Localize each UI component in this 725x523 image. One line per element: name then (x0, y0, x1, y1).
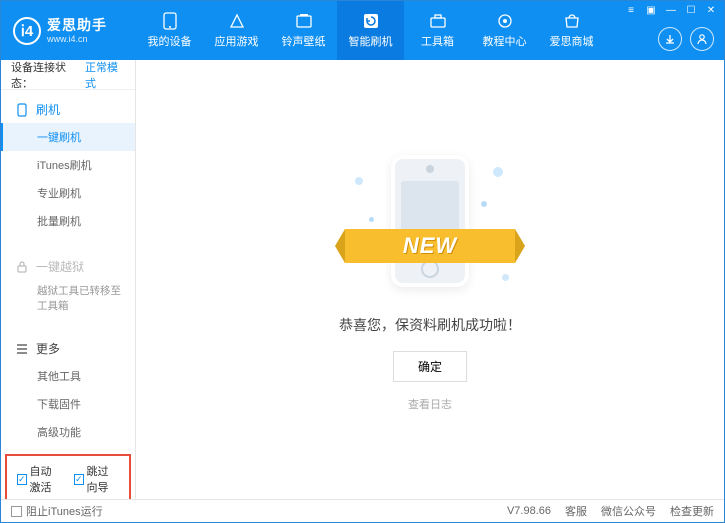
sidebar-item-oneclick-flash[interactable]: 一键刷机 (1, 123, 135, 151)
tab-label: 爱思商城 (550, 33, 594, 49)
sidebar-item-pro-flash[interactable]: 专业刷机 (1, 179, 135, 207)
main-content: NEW 恭喜您，保资料刷机成功啦！ 确定 查看日志 (136, 60, 724, 499)
phone-icon (160, 12, 180, 30)
checkbox-icon (11, 506, 22, 517)
tab-ringtone-wallpaper[interactable]: 铃声壁纸 (270, 1, 337, 60)
refresh-icon (361, 12, 381, 30)
footer: 阻止iTunes运行 V7.98.66 客服 微信公众号 检查更新 (1, 499, 724, 522)
wallet-icon (294, 12, 314, 30)
new-banner: NEW (345, 229, 515, 263)
app-url: www.i4.cn (47, 34, 107, 45)
tab-tutorial[interactable]: 教程中心 (471, 1, 538, 60)
tab-smart-flash[interactable]: 智能刷机 (337, 1, 404, 60)
sidebar-item-other-tools[interactable]: 其他工具 (1, 362, 135, 390)
tab-label: 铃声壁纸 (282, 33, 326, 49)
sidebar-item-advanced[interactable]: 高级功能 (1, 418, 135, 446)
sidebar: 设备连接状态： 正常模式 刷机 一键刷机 iTunes刷机 专业刷机 批量刷机 … (1, 60, 136, 499)
header-right-buttons (658, 27, 714, 51)
sidebar-item-download-firmware[interactable]: 下载固件 (1, 390, 135, 418)
maximize-icon[interactable]: ☐ (682, 3, 700, 17)
chk-label: 自动激活 (30, 463, 62, 495)
tab-apps-games[interactable]: 应用游戏 (203, 1, 270, 60)
new-text: NEW (403, 233, 457, 259)
sidebar-flash-header[interactable]: 刷机 (1, 96, 135, 123)
sidebar-item-batch-flash[interactable]: 批量刷机 (1, 207, 135, 235)
sidebar-jailbreak-header: 一键越狱 (1, 253, 135, 280)
tab-store[interactable]: 爱思商城 (538, 1, 605, 60)
version-label: V7.98.66 (507, 505, 551, 517)
footer-update-link[interactable]: 检查更新 (670, 503, 714, 519)
minimize-icon[interactable]: — (662, 3, 680, 17)
sidebar-item-itunes-flash[interactable]: iTunes刷机 (1, 151, 135, 179)
tab-my-device[interactable]: 我的设备 (136, 1, 203, 60)
footer-wechat-link[interactable]: 微信公众号 (601, 503, 656, 519)
window-controls: ≡ ▣ — ☐ ✕ (622, 3, 720, 17)
lock-icon (15, 261, 29, 273)
chk-label: 跳过向导 (87, 463, 119, 495)
store-icon (562, 12, 582, 30)
logo-area: ⅰ4 爱思助手 www.i4.cn (1, 1, 136, 60)
flash-title: 刷机 (36, 101, 60, 118)
block-itunes-label: 阻止iTunes运行 (26, 503, 103, 519)
success-message: 恭喜您，保资料刷机成功啦！ (339, 315, 521, 335)
footer-service-link[interactable]: 客服 (565, 503, 587, 519)
view-log-link[interactable]: 查看日志 (408, 396, 452, 412)
more-title: 更多 (36, 340, 60, 357)
phone-icon (15, 103, 29, 117)
download-icon[interactable] (658, 27, 682, 51)
tab-label: 教程中心 (483, 33, 527, 49)
list-icon (15, 344, 29, 354)
conn-mode: 正常模式 (85, 60, 125, 91)
checkbox-skip-guide[interactable]: ✓ 跳过向导 (74, 463, 119, 495)
options-highlight-box: ✓ 自动激活 ✓ 跳过向导 (5, 454, 131, 499)
jailbreak-title: 一键越狱 (36, 258, 84, 275)
menu-icon[interactable]: ≡ (622, 3, 640, 17)
tab-label: 智能刷机 (349, 33, 393, 49)
checkbox-block-itunes[interactable]: 阻止iTunes运行 (11, 503, 103, 519)
tab-toolbox[interactable]: 工具箱 (404, 1, 471, 60)
checkbox-auto-activate[interactable]: ✓ 自动激活 (17, 463, 62, 495)
app-header: ⅰ4 爱思助手 www.i4.cn 我的设备 应用游戏 铃声壁纸 智能刷机 工具… (1, 1, 724, 60)
success-illustration: NEW (345, 147, 515, 297)
app-title: 爱思助手 (47, 17, 107, 34)
tab-label: 应用游戏 (215, 33, 259, 49)
logo-icon: ⅰ4 (13, 17, 41, 45)
jailbreak-note: 越狱工具已转移至工具箱 (1, 280, 135, 317)
checkbox-icon: ✓ (74, 474, 84, 485)
sidebar-more-header[interactable]: 更多 (1, 335, 135, 362)
close-icon[interactable]: ✕ (702, 3, 720, 17)
connection-status: 设备连接状态： 正常模式 (1, 60, 135, 90)
skin-icon[interactable]: ▣ (642, 3, 660, 17)
checkbox-icon: ✓ (17, 474, 27, 485)
tab-label: 工具箱 (421, 33, 454, 49)
book-icon (495, 12, 515, 30)
ok-button[interactable]: 确定 (393, 351, 467, 382)
conn-label: 设备连接状态： (11, 60, 81, 91)
toolbox-icon (428, 12, 448, 30)
apps-icon (227, 12, 247, 30)
tab-label: 我的设备 (148, 33, 192, 49)
user-icon[interactable] (690, 27, 714, 51)
